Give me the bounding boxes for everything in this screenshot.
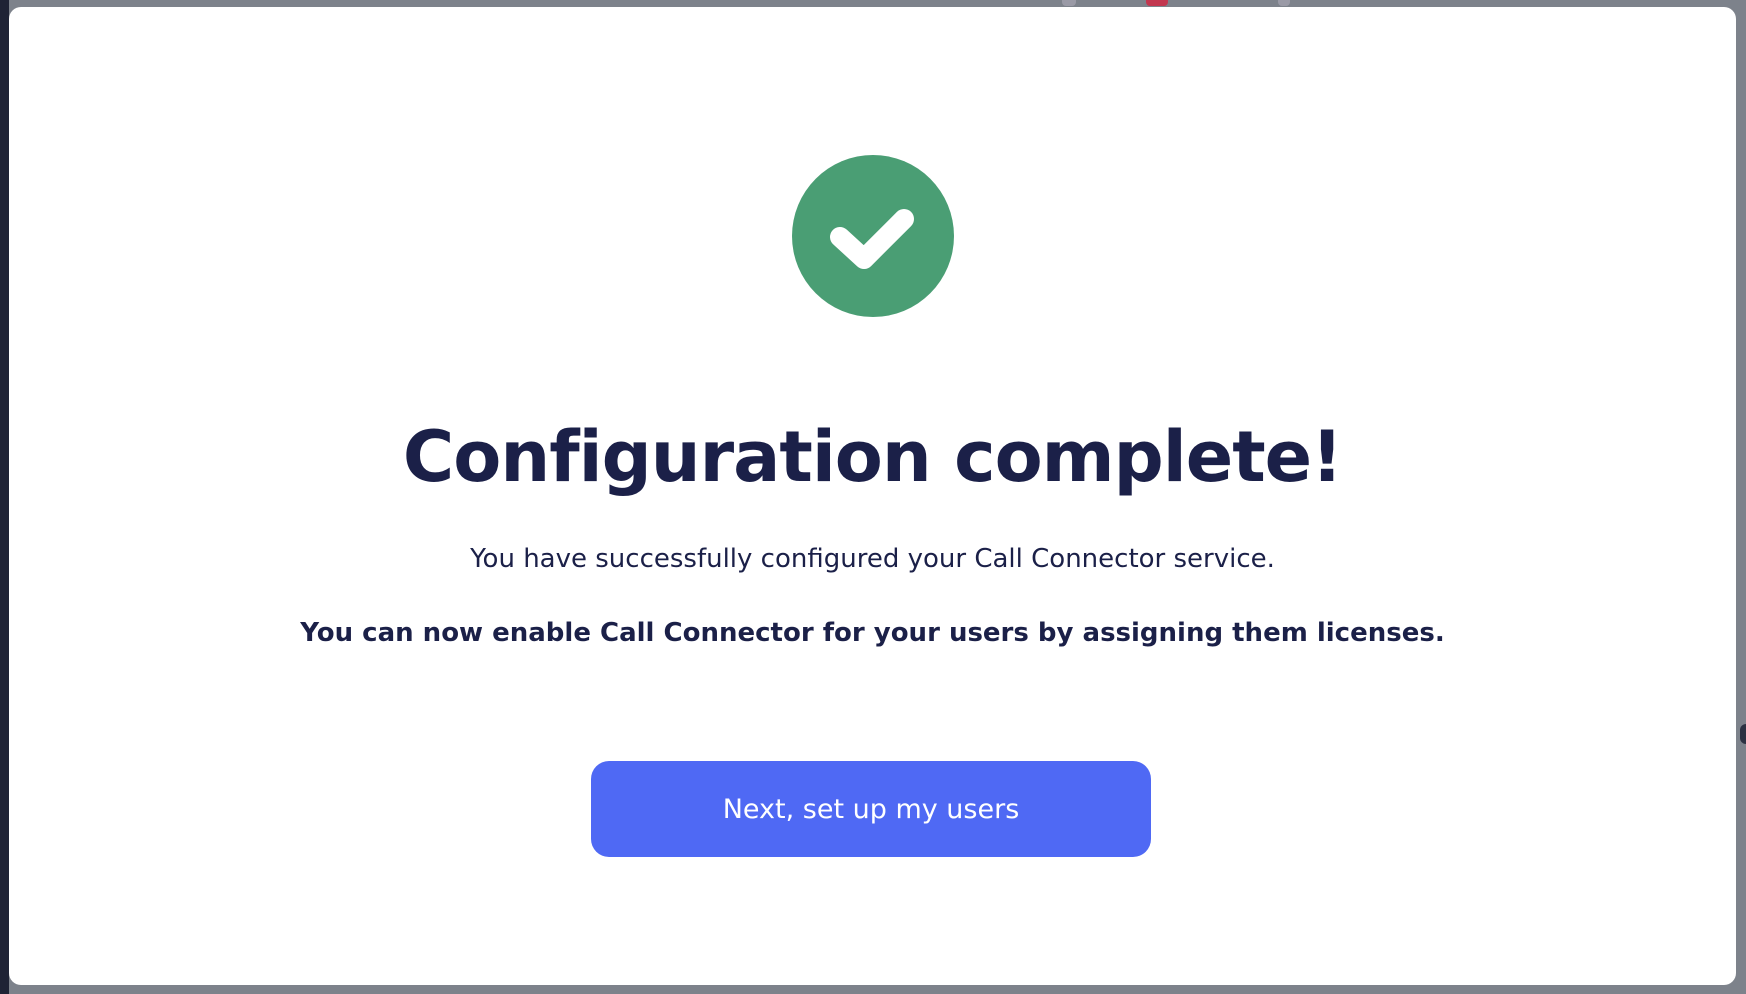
success-message: You have successfully configured your Ca… — [470, 544, 1275, 574]
next-set-up-users-button[interactable]: Next, set up my users — [591, 761, 1151, 857]
backdrop-toolbar-icon — [1278, 0, 1290, 6]
backdrop-sidebar-edge — [0, 0, 9, 994]
backdrop-notification-badge — [1146, 0, 1168, 6]
backdrop-side-handle — [1740, 724, 1746, 744]
dialog-title: Configuration complete! — [402, 416, 1343, 498]
configuration-complete-dialog: Configuration complete! You have success… — [9, 7, 1736, 985]
backdrop-toolbar-icon — [1062, 0, 1076, 6]
check-circle-icon — [792, 155, 954, 317]
next-step-instruction: You can now enable Call Connector for yo… — [300, 618, 1445, 648]
